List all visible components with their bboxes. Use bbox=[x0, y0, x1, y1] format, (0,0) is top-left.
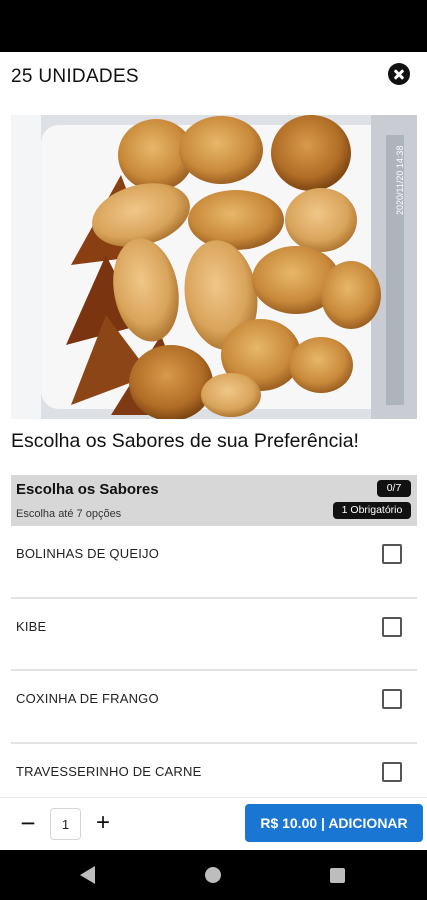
option-group-header: Escolha os Sabores Escolha até 7 opções … bbox=[11, 475, 417, 526]
nav-home-icon[interactable] bbox=[205, 867, 221, 883]
decrease-quantity-button[interactable]: − bbox=[16, 810, 40, 838]
status-bar bbox=[0, 0, 427, 52]
option-item[interactable]: COXINHA DE FRANGO bbox=[11, 671, 417, 744]
option-label: TRAVESSERINHO DE CARNE bbox=[16, 763, 202, 779]
system-nav-bar bbox=[0, 850, 427, 900]
option-checkbox[interactable] bbox=[382, 761, 402, 782]
product-photo: 2020/11/20 14:38 bbox=[11, 115, 417, 419]
option-label: BOLINHAS DE QUEIJO bbox=[16, 546, 160, 561]
required-badge: 1 Obrigatório bbox=[333, 502, 411, 519]
product-subtitle: Escolha os Sabores de sua Preferência! bbox=[11, 430, 359, 452]
option-list: BOLINHAS DE QUEIJO KIBE COXINHA DE FRANG… bbox=[11, 526, 417, 816]
option-item[interactable]: BOLINHAS DE QUEIJO bbox=[11, 526, 417, 599]
selection-count-badge: 0/7 bbox=[377, 480, 411, 497]
quantity-input[interactable] bbox=[50, 808, 81, 840]
sheet-header: 25 UNIDADES bbox=[0, 52, 427, 104]
nav-recents-icon[interactable] bbox=[330, 868, 345, 883]
nav-back-icon[interactable] bbox=[80, 866, 95, 884]
option-checkbox[interactable] bbox=[382, 689, 402, 709]
option-item[interactable]: KIBE bbox=[11, 599, 417, 671]
option-group-hint: Escolha até 7 opções bbox=[16, 508, 122, 520]
add-to-cart-button[interactable]: R$ 10.00 | ADICIONAR bbox=[245, 804, 423, 842]
product-title: 25 UNIDADES bbox=[11, 66, 139, 87]
close-icon[interactable] bbox=[388, 63, 410, 85]
option-label: COXINHA DE FRANGO bbox=[16, 691, 159, 706]
fried-snacks-image: 2020/11/20 14:38 bbox=[11, 115, 417, 419]
option-checkbox[interactable] bbox=[382, 616, 402, 637]
photo-timestamp: 2020/11/20 14:38 bbox=[395, 146, 405, 215]
option-label: KIBE bbox=[16, 618, 47, 634]
order-footer: − + R$ 10.00 | ADICIONAR bbox=[0, 797, 427, 850]
option-checkbox[interactable] bbox=[382, 544, 402, 564]
option-group-title: Escolha os Sabores bbox=[16, 481, 159, 498]
product-sheet: 25 UNIDADES 2020/11/20 14:38 Escolha os … bbox=[0, 52, 427, 850]
increase-quantity-button[interactable]: + bbox=[91, 810, 115, 838]
